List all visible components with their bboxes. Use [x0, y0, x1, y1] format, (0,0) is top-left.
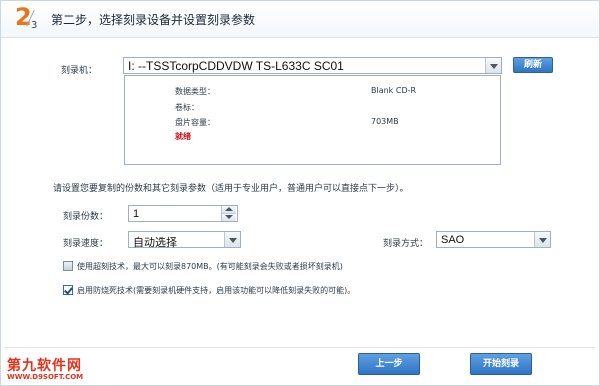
- volume-label: 卷标：: [175, 103, 199, 112]
- speed-label: 刻录速度：: [63, 239, 109, 249]
- prev-button[interactable]: 上一步: [358, 353, 420, 375]
- device-label: 刻录机：: [61, 66, 98, 76]
- bufferproof-checkbox[interactable]: [63, 285, 73, 295]
- refresh-button[interactable]: 刷新: [513, 57, 553, 73]
- overburn-label: 使用超刻技术，最大可以刻录870MB。(有可能刻录会失败或者损坏刻录机): [77, 262, 343, 271]
- capacity-value: 703MB: [371, 117, 399, 126]
- overburn-checkbox[interactable]: [63, 261, 73, 271]
- mode-select[interactable]: SAO: [436, 231, 551, 248]
- speed-select[interactable]: 自动选择: [128, 231, 241, 249]
- wizard-window: 2 3 第二步，选择刻录设备并设置刻录参数 刻录机： I: --TSSTcorp…: [0, 0, 600, 386]
- copies-label: 刻录份数：: [63, 212, 109, 222]
- stepper-buttons: [221, 206, 237, 221]
- step-total: 3: [31, 20, 38, 31]
- settings-hint: 请设置您要复制的份数和其它刻录参数（适用于专业用户，普通用户可以直接点下一步）。: [53, 184, 409, 194]
- device-select-value: I: --TSSTcorpCDDVDW TS-L633C SC01: [128, 59, 344, 73]
- step-header: 2 3 第二步，选择刻录设备并设置刻录参数: [1, 1, 599, 38]
- speed-select-value: 自动选择: [133, 236, 177, 249]
- copies-stepper[interactable]: 1: [128, 205, 238, 222]
- stepper-down-icon[interactable]: [222, 214, 236, 221]
- mode-label: 刻录方式：: [383, 239, 429, 249]
- chevron-down-icon[interactable]: [224, 232, 240, 247]
- mode-select-value: SAO: [441, 234, 465, 246]
- device-select[interactable]: I: --TSSTcorpCDDVDW TS-L633C SC01: [123, 57, 502, 74]
- data-type-label: 数据类型：: [175, 87, 215, 96]
- chevron-down-icon[interactable]: [485, 58, 501, 73]
- capacity-label: 盘片容量：: [175, 118, 215, 127]
- copies-value: 1: [133, 208, 140, 220]
- brand-logo: 第九软件网 WWW.D9SOFT.COM: [7, 355, 97, 381]
- page-title: 第二步，选择刻录设备并设置刻录参数: [51, 13, 256, 27]
- start-burn-button[interactable]: 开始刻录: [470, 353, 532, 375]
- disc-info-panel: 数据类型： Blank CD-R 卷标： 盘片容量： 703MB 就绪: [124, 75, 501, 165]
- brand-name: 第九软件网: [7, 358, 82, 374]
- data-type-value: Blank CD-R: [371, 86, 417, 95]
- bufferproof-label: 启用防烧死技术(需要刻录机硬件支持，启用该功能可以降低刻录失败的可能)。: [77, 286, 356, 295]
- stepper-up-icon[interactable]: [222, 206, 236, 214]
- footer-divider: [5, 347, 595, 348]
- chevron-down-icon[interactable]: [534, 232, 550, 247]
- brand-url: WWW.D9SOFT.COM: [7, 373, 84, 381]
- status-text: 就绪: [175, 132, 191, 141]
